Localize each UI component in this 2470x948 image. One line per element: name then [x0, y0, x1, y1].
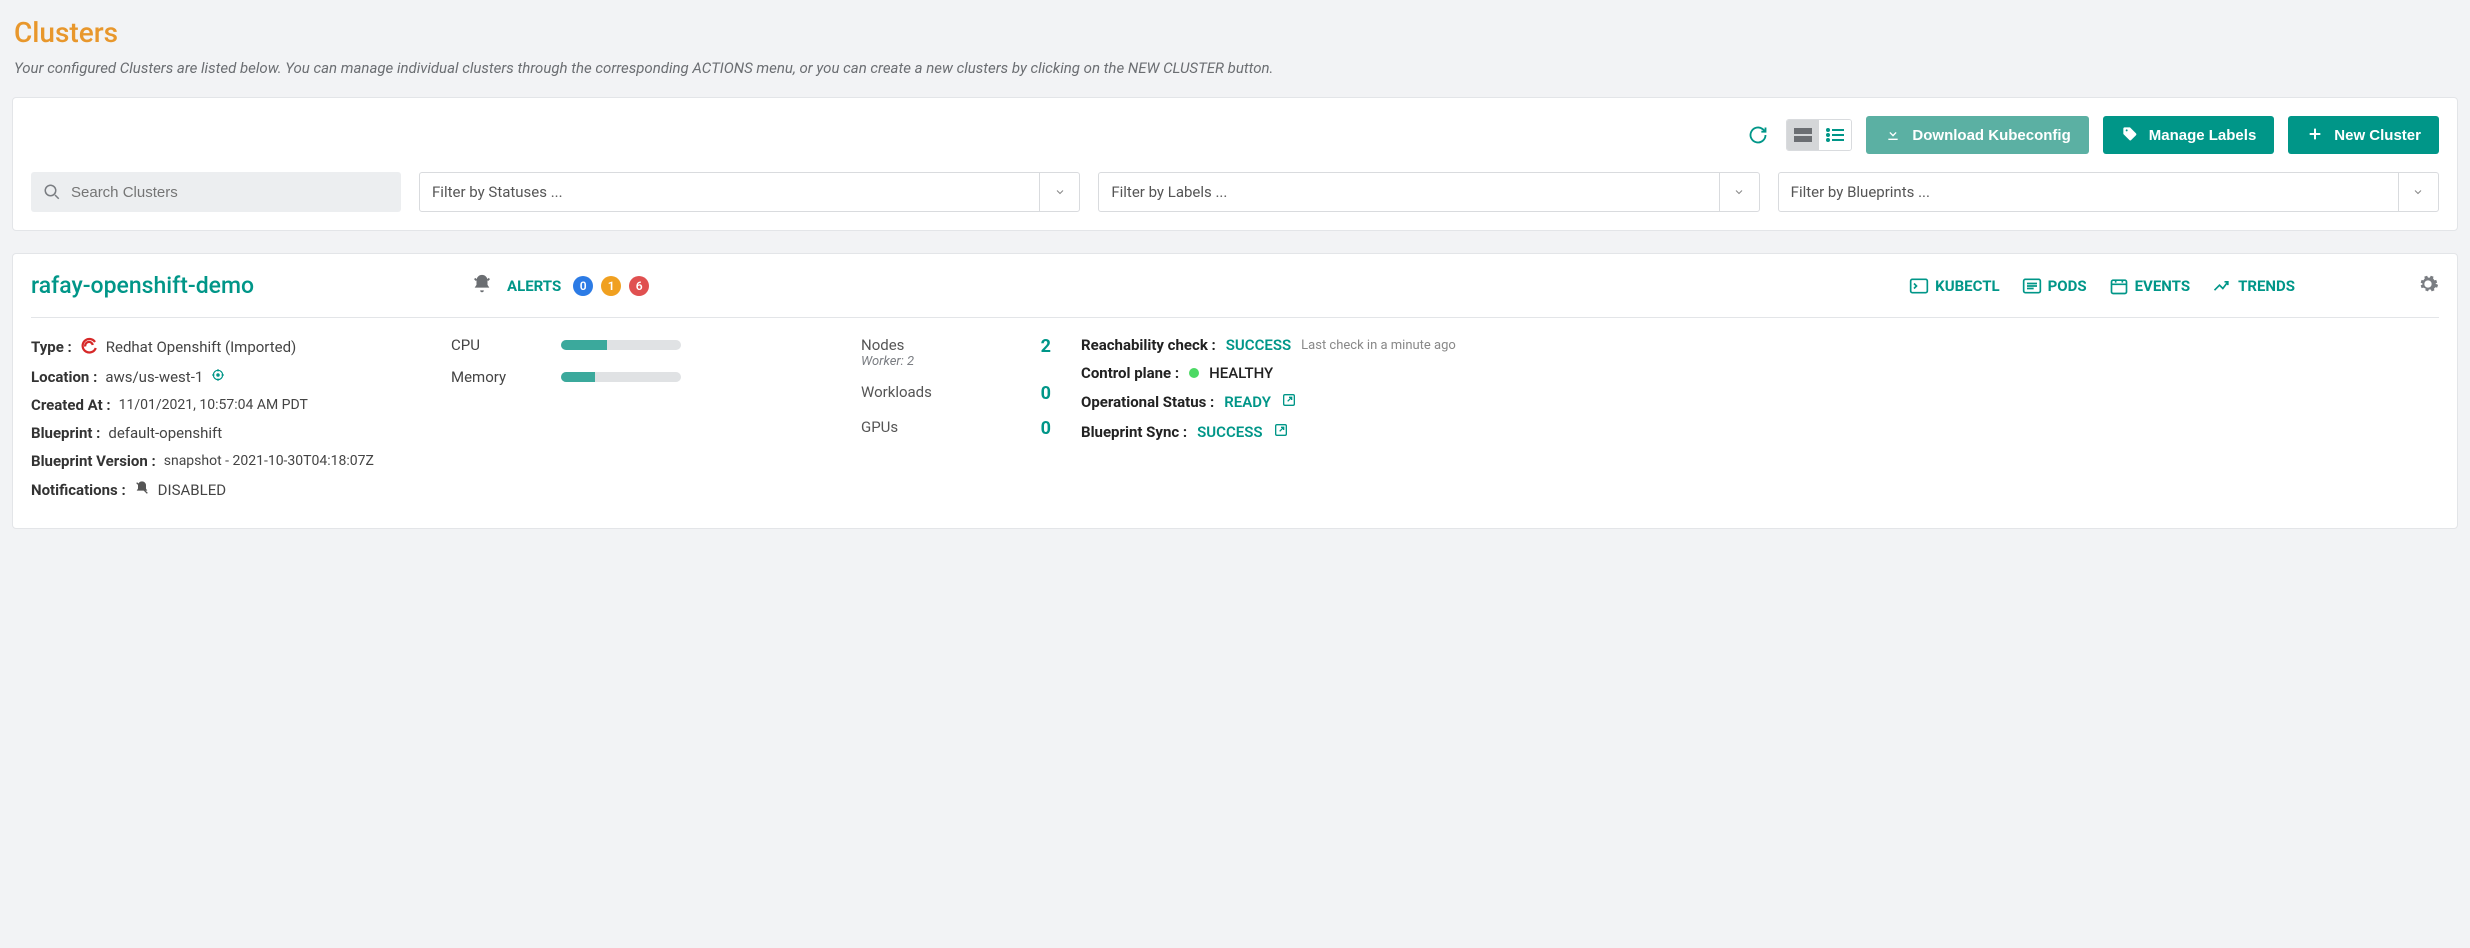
op-status-value: READY	[1224, 393, 1271, 411]
control-plane-label: Control plane :	[1081, 364, 1179, 382]
trends-link[interactable]: TRENDS	[2212, 277, 2295, 295]
search-clusters-input[interactable]	[31, 172, 401, 212]
workloads-value: 0	[1041, 383, 1051, 404]
new-cluster-label: New Cluster	[2334, 127, 2421, 144]
bp-version-value: snapshot - 2021-10-30T04:18:07Z	[164, 453, 374, 469]
download-kubeconfig-button[interactable]: Download Kubeconfig	[1866, 116, 2088, 154]
nodes-value: 2	[1041, 336, 1051, 357]
events-link[interactable]: EVENTS	[2109, 277, 2190, 295]
alerts-warning-badge[interactable]: 1	[601, 276, 621, 296]
bp-sync-value: SUCCESS	[1197, 423, 1262, 441]
reachability-note: Last check in a minute ago	[1301, 338, 1456, 353]
crosshair-icon[interactable]	[211, 368, 225, 386]
status-dot-icon	[1189, 368, 1199, 378]
gear-icon[interactable]	[2417, 273, 2439, 299]
location-label: Location :	[31, 368, 97, 386]
alerts-info-badge[interactable]: 0	[573, 276, 593, 296]
chevron-down-icon	[2398, 173, 2438, 211]
memory-bar-fill	[561, 372, 595, 382]
bp-sync-label: Blueprint Sync :	[1081, 423, 1187, 441]
tag-icon	[2121, 126, 2139, 144]
memory-bar	[561, 372, 681, 382]
alerts-group: ALERTS 0 1 6	[471, 273, 649, 299]
gpus-label: GPUs	[861, 418, 898, 436]
notifications-label: Notifications :	[31, 481, 126, 499]
calendar-icon	[2109, 277, 2129, 295]
reachability-value: SUCCESS	[1226, 336, 1291, 354]
list-icon	[2022, 277, 2042, 295]
download-kubeconfig-label: Download Kubeconfig	[1912, 127, 2070, 144]
trending-up-icon	[2212, 277, 2232, 295]
filter-blueprints-select[interactable]: Filter by Blueprints ...	[1778, 172, 2439, 212]
cluster-details: Type : Redhat Openshift (Imported) Locat…	[31, 336, 421, 510]
view-grid-button[interactable]	[1787, 120, 1819, 150]
alert-bell-icon[interactable]	[471, 273, 493, 299]
plus-icon	[2306, 126, 2324, 144]
kubectl-link[interactable]: KUBECTL	[1909, 277, 1999, 295]
location-value: aws/us-west-1	[105, 368, 203, 386]
download-icon	[1884, 126, 1902, 144]
cluster-card: rafay-openshift-demo ALERTS 0 1 6 KUBECT…	[12, 253, 2458, 529]
reachability-label: Reachability check :	[1081, 336, 1216, 354]
filter-labels-select[interactable]: Filter by Labels ...	[1098, 172, 1759, 212]
gpus-value: 0	[1041, 418, 1051, 439]
filter-blueprints-placeholder: Filter by Blueprints ...	[1791, 183, 1930, 201]
openshift-icon	[80, 336, 98, 358]
terminal-icon	[1909, 277, 1929, 295]
filter-status-select[interactable]: Filter by Statuses ...	[419, 172, 1080, 212]
external-link-icon[interactable]	[1281, 392, 1297, 412]
new-cluster-button[interactable]: New Cluster	[2288, 116, 2439, 154]
refresh-icon[interactable]	[1744, 121, 1772, 149]
page-title: Clusters	[14, 16, 2458, 49]
bell-off-icon	[134, 480, 150, 500]
search-icon	[43, 183, 61, 201]
workloads-label: Workloads	[861, 383, 932, 401]
cluster-stats: Nodes Worker: 2 2 Workloads 0 GPUs 0	[861, 336, 1051, 510]
blueprint-value: default-openshift	[108, 424, 222, 442]
page-subtitle: Your configured Clusters are listed belo…	[14, 59, 2458, 77]
view-list-button[interactable]	[1819, 120, 1851, 150]
filter-labels-placeholder: Filter by Labels ...	[1111, 183, 1227, 201]
nodes-label: Nodes	[861, 336, 914, 354]
toolbar-card: Download Kubeconfig Manage Labels New Cl…	[12, 97, 2458, 231]
op-status-label: Operational Status :	[1081, 393, 1214, 411]
cpu-label: CPU	[451, 336, 511, 354]
blueprint-label: Blueprint :	[31, 424, 100, 442]
manage-labels-button[interactable]: Manage Labels	[2103, 116, 2275, 154]
manage-labels-label: Manage Labels	[2149, 127, 2257, 144]
alerts-critical-badge[interactable]: 6	[629, 276, 649, 296]
chevron-down-icon	[1719, 173, 1759, 211]
type-label: Type :	[31, 338, 72, 356]
chevron-down-icon	[1039, 173, 1079, 211]
filter-status-placeholder: Filter by Statuses ...	[432, 183, 563, 201]
type-value: Redhat Openshift (Imported)	[106, 338, 297, 356]
cpu-bar-fill	[561, 340, 607, 350]
cluster-status: Reachability check : SUCCESS Last check …	[1081, 336, 2439, 510]
search-clusters-field[interactable]	[69, 183, 389, 202]
created-label: Created At :	[31, 396, 111, 414]
control-plane-value: HEALTHY	[1209, 364, 1273, 382]
nodes-sub: Worker: 2	[861, 354, 914, 369]
external-link-icon[interactable]	[1273, 422, 1289, 442]
bp-version-label: Blueprint Version :	[31, 452, 156, 470]
view-toggle	[1786, 119, 1852, 151]
pods-link[interactable]: PODS	[2022, 277, 2087, 295]
created-value: 11/01/2021, 10:57:04 AM PDT	[119, 397, 308, 413]
cluster-resources: CPU Memory	[451, 336, 831, 510]
notifications-value: DISABLED	[158, 481, 226, 499]
memory-label: Memory	[451, 368, 511, 386]
cluster-name[interactable]: rafay-openshift-demo	[31, 272, 471, 299]
alerts-label: ALERTS	[507, 277, 561, 295]
cpu-bar	[561, 340, 681, 350]
